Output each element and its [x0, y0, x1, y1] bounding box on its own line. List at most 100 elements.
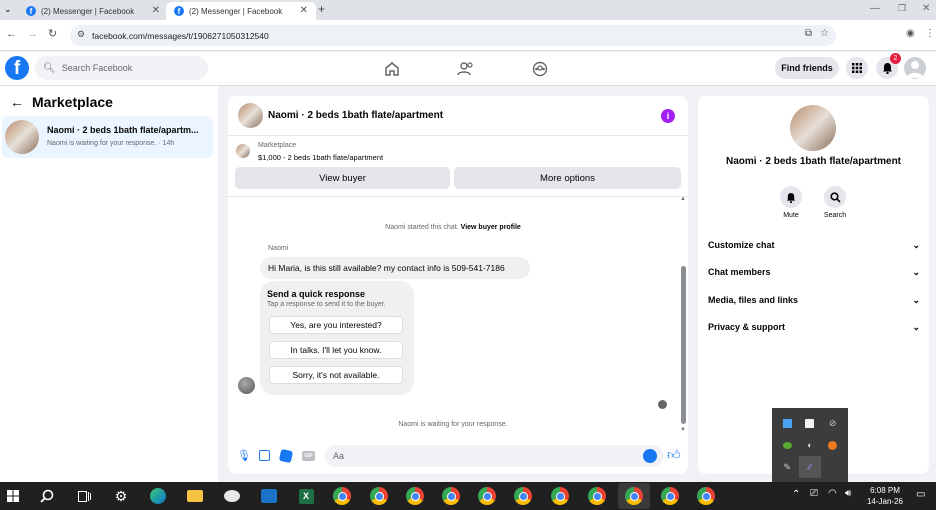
section-privacy-support[interactable]: Privacy & support ⌄: [708, 317, 920, 337]
groups-icon[interactable]: [531, 60, 549, 78]
find-friends-button[interactable]: Find friends: [775, 57, 839, 79]
url-field[interactable]: ⚙ facebook.com/messages/t/19062710503125…: [70, 25, 836, 46]
chrome-profile-icon[interactable]: [442, 487, 460, 505]
home-icon[interactable]: [383, 60, 401, 78]
show-hidden-icons-chevron-up-icon[interactable]: ⌃: [792, 489, 800, 500]
taskbar-search-icon[interactable]: [38, 487, 56, 505]
chat-avatar[interactable]: [238, 103, 263, 128]
sender-name: Naomi: [268, 245, 289, 252]
message-bubble[interactable]: Hi Maria, is this still available? my co…: [260, 257, 530, 279]
profile-icon[interactable]: ◉: [906, 28, 915, 39]
search-conversation-icon[interactable]: [824, 186, 846, 208]
chrome-profile-icon[interactable]: [370, 487, 388, 505]
new-tab-button[interactable]: +: [318, 2, 325, 16]
scrollbar-thumb[interactable]: [681, 266, 686, 424]
tray-security-icon[interactable]: [799, 412, 822, 434]
search-icon: 🔍︎: [43, 62, 56, 74]
close-tab-icon[interactable]: ✕: [300, 5, 308, 16]
back-icon[interactable]: ←: [6, 28, 17, 40]
conversation-list-item[interactable]: Naomi · 2 beds 1bath flate/apartm... Nao…: [2, 116, 213, 158]
message-input[interactable]: Aa: [325, 445, 663, 467]
scroll-down-arrow-icon[interactable]: ▼: [680, 427, 686, 433]
mute-bell-icon[interactable]: [780, 186, 802, 208]
device-icon[interactable]: ⎚: [810, 488, 818, 499]
tab-search-icon[interactable]: ⌄: [4, 4, 12, 15]
edge-browser-icon[interactable]: [149, 487, 167, 505]
emoji-icon[interactable]: [643, 449, 657, 463]
excel-icon[interactable]: X: [297, 487, 315, 505]
quick-response-subtitle: Tap a response to send it to the buyer.: [267, 301, 386, 308]
account-avatar[interactable]: [904, 57, 926, 79]
info-icon[interactable]: i: [661, 109, 675, 123]
marketplace-sidebar: ← Marketplace Naomi · 2 beds 1bath flate…: [0, 86, 218, 482]
more-options-button[interactable]: More options: [454, 167, 681, 189]
back-arrow-icon[interactable]: ←: [10, 94, 24, 110]
view-buyer-button[interactable]: View buyer: [235, 167, 450, 189]
tray-pen-icon[interactable]: ✎: [776, 456, 799, 478]
clock[interactable]: 6:08 PM 14-Jan-26: [862, 485, 908, 507]
chrome-icon[interactable]: [333, 487, 351, 505]
scroll-up-arrow-icon[interactable]: ▲: [680, 196, 686, 202]
section-label: Media, files and links: [708, 295, 799, 305]
sticker-icon[interactable]: [278, 448, 294, 464]
chrome-profile-icon[interactable]: [588, 487, 606, 505]
notification-center-icon[interactable]: ▭: [916, 489, 925, 500]
quick-response-in-talks[interactable]: In talks. I'll let you know.: [269, 341, 403, 359]
facebook-favicon-icon: f: [26, 6, 36, 16]
browser-tab-1[interactable]: f (2) Messenger | Facebook ✕: [18, 2, 168, 20]
reload-icon[interactable]: ↻: [48, 27, 57, 40]
outlook-icon[interactable]: [260, 487, 278, 505]
task-view-icon[interactable]: [75, 487, 93, 505]
tray-network-off-icon[interactable]: ⊘: [821, 412, 844, 434]
facebook-logo-icon[interactable]: f: [5, 56, 29, 80]
section-chat-members[interactable]: Chat members ⌄: [708, 262, 920, 282]
photo-icon[interactable]: [259, 450, 270, 461]
tray-orange-icon[interactable]: [821, 434, 844, 456]
wifi-icon[interactable]: ◠: [828, 488, 837, 499]
details-avatar[interactable]: [790, 105, 836, 151]
chrome-profile-icon[interactable]: [551, 487, 569, 505]
facebook-search-input[interactable]: 🔍︎ Search Facebook: [35, 56, 208, 80]
settings-gear-icon[interactable]: ⚙: [112, 487, 130, 505]
close-window-icon[interactable]: ✕: [922, 3, 930, 14]
chrome-profile-icon[interactable]: [697, 487, 715, 505]
microphone-icon[interactable]: 🎙︎: [237, 449, 251, 462]
view-buyer-profile-link[interactable]: View buyer profile: [461, 224, 521, 231]
section-customize-chat[interactable]: Customize chat ⌄: [708, 235, 920, 255]
message-composer: 🎙︎ GIF Aa 👍︎: [228, 441, 688, 471]
tray-dark-icon[interactable]: ◐: [799, 434, 822, 456]
site-settings-icon[interactable]: ⚙: [77, 29, 85, 40]
tray-colorful-icon[interactable]: [776, 434, 799, 456]
quick-response-yes[interactable]: Yes, are you interested?: [269, 316, 403, 334]
chrome-profile-icon[interactable]: [661, 487, 679, 505]
quick-response-not-available[interactable]: Sorry, it's not available.: [269, 366, 403, 384]
friends-icon[interactable]: [457, 60, 475, 78]
volume-icon[interactable]: 🔊︎: [845, 488, 851, 499]
close-tab-icon[interactable]: ✕: [152, 5, 160, 16]
menu-grid-icon[interactable]: [846, 57, 868, 79]
chrome-profile-icon-active[interactable]: [625, 487, 643, 505]
section-media-files-links[interactable]: Media, files and links ⌄: [708, 290, 920, 310]
chat-title[interactable]: Naomi · 2 beds 1bath flate/apartment: [268, 110, 443, 121]
chrome-profile-icon[interactable]: [406, 487, 424, 505]
windows-start-icon[interactable]: [4, 487, 22, 505]
file-explorer-icon[interactable]: [186, 487, 204, 505]
bookmark-star-icon[interactable]: ☆: [820, 28, 829, 39]
sender-avatar[interactable]: [238, 377, 255, 394]
facebook-favicon-icon: f: [174, 6, 184, 16]
listing-price-title[interactable]: $1,000 - 2 beds 1bath flate/apartment: [258, 153, 383, 162]
tray-app-icon[interactable]: [776, 412, 799, 434]
chrome-profile-icon[interactable]: [478, 487, 496, 505]
chrome-menu-icon[interactable]: ⋮: [925, 28, 935, 39]
gif-icon[interactable]: GIF: [302, 451, 315, 461]
chrome-profile-icon[interactable]: [514, 487, 532, 505]
paint-app-icon[interactable]: [223, 487, 241, 505]
browser-tab-2[interactable]: f (2) Messenger | Facebook ✕: [166, 2, 316, 20]
like-thumbs-up-icon[interactable]: 👍︎: [667, 447, 681, 463]
tray-purple-icon[interactable]: ⁄⁄: [798, 456, 822, 478]
cast-icon[interactable]: ⧉: [805, 28, 812, 39]
maximize-icon[interactable]: ❐: [898, 3, 906, 14]
forward-icon[interactable]: →: [27, 28, 38, 40]
minimize-icon[interactable]: —: [870, 3, 880, 14]
message-scrollbar[interactable]: ▲ ▼: [679, 196, 688, 436]
